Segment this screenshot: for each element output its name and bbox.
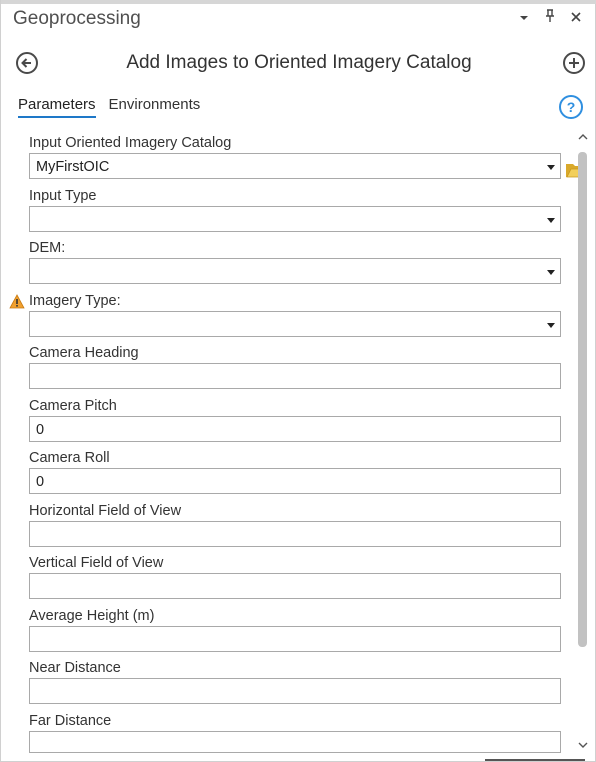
input-catalog-label: Input Oriented Imagery Catalog — [29, 135, 232, 151]
hfov-input[interactable] — [29, 521, 561, 547]
imagery-type-label: Imagery Type: — [29, 293, 121, 309]
add-button[interactable] — [563, 52, 585, 74]
average-height-label: Average Height (m) — [29, 608, 155, 624]
camera-pitch-input[interactable]: 0 — [29, 416, 561, 442]
tab-parameters[interactable]: Parameters — [18, 96, 96, 118]
pane-top-border — [1, 0, 596, 4]
vfov-input[interactable] — [29, 573, 561, 599]
pin-icon[interactable] — [543, 9, 557, 26]
pane-controls — [517, 9, 583, 26]
tool-header: Add Images to Oriented Imagery Catalog — [1, 48, 596, 80]
camera-roll-label: Camera Roll — [29, 450, 110, 466]
warning-icon — [9, 294, 25, 309]
camera-pitch-label: Camera Pitch — [29, 398, 117, 414]
camera-roll-input[interactable]: 0 — [29, 468, 561, 494]
input-type-dropdown[interactable] — [29, 206, 561, 232]
camera-heading-input[interactable] — [29, 363, 561, 389]
bottom-divider — [485, 759, 585, 761]
dem-label: DEM: — [29, 240, 66, 256]
hfov-label: Horizontal Field of View — [29, 503, 182, 519]
tool-title: Add Images to Oriented Imagery Catalog — [126, 52, 472, 73]
scroll-down-icon[interactable] — [578, 741, 588, 749]
far-distance-label: Far Distance — [29, 713, 112, 729]
options-chevron-icon[interactable] — [517, 10, 531, 25]
pane-title: Geoprocessing — [13, 8, 141, 29]
average-height-input[interactable] — [29, 626, 561, 652]
tab-bar: Parameters Environments — [18, 96, 200, 118]
near-distance-label: Near Distance — [29, 660, 121, 676]
help-icon[interactable]: ? — [559, 95, 583, 119]
dem-dropdown[interactable] — [29, 258, 561, 284]
close-icon[interactable] — [569, 10, 583, 25]
input-type-label: Input Type — [29, 188, 97, 204]
input-catalog-dropdown[interactable]: MyFirstOIC — [29, 153, 561, 179]
scroll-up-icon[interactable] — [578, 133, 588, 141]
far-distance-input[interactable] — [29, 731, 561, 753]
geoprocessing-pane: Geoprocessing Add Images to Oriented Ima… — [0, 0, 596, 762]
imagery-type-dropdown[interactable] — [29, 311, 561, 337]
camera-heading-label: Camera Heading — [29, 345, 139, 361]
near-distance-input[interactable] — [29, 678, 561, 704]
scrollbar-thumb[interactable] — [578, 152, 587, 647]
plus-icon — [569, 58, 579, 68]
vfov-label: Vertical Field of View — [29, 555, 164, 571]
tab-environments[interactable]: Environments — [109, 96, 201, 118]
